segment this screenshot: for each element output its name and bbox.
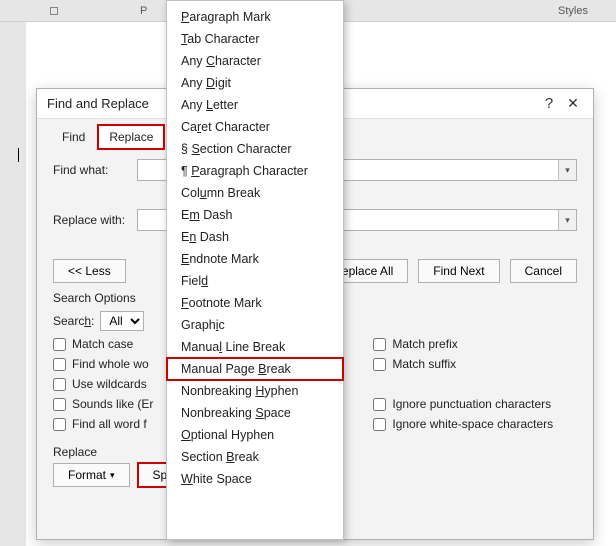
- chevron-down-icon: ▾: [110, 470, 115, 481]
- close-button[interactable]: ✕: [561, 95, 585, 112]
- text-cursor: [18, 148, 19, 162]
- special-menu[interactable]: Paragraph MarkTab CharacterAny Character…: [166, 0, 344, 540]
- ribbon-hint-p: P: [140, 5, 147, 17]
- menu-item-endnote-mark[interactable]: Endnote Mark: [167, 248, 343, 270]
- tab-find[interactable]: Find: [51, 125, 96, 149]
- options-col-left: Match case Find whole wo Use wildcards S…: [53, 337, 153, 431]
- menu-item-manual-page-break[interactable]: Manual Page Break: [167, 358, 343, 380]
- replace-with-dropdown-icon[interactable]: ▾: [558, 210, 576, 230]
- menu-item-section-break[interactable]: Section Break: [167, 446, 343, 468]
- find-next-button[interactable]: Find Next: [418, 259, 499, 283]
- check-whole-words[interactable]: Find whole wo: [53, 357, 153, 371]
- check-sounds-like[interactable]: Sounds like (Er: [53, 397, 153, 411]
- format-button[interactable]: Format▾: [53, 463, 130, 487]
- menu-item-en-dash[interactable]: En Dash: [167, 226, 343, 248]
- options-col-right: Match prefix Match suffix Ignore punctua…: [373, 337, 553, 431]
- menu-item-graphic[interactable]: Graphic: [167, 314, 343, 336]
- check-wildcards[interactable]: Use wildcards: [53, 377, 153, 391]
- check-match-case[interactable]: Match case: [53, 337, 153, 351]
- ribbon-dialog-launcher[interactable]: [50, 7, 58, 15]
- menu-item-nonbreaking-hyphen[interactable]: Nonbreaking Hyphen: [167, 380, 343, 402]
- ribbon-group-styles: Styles: [558, 5, 588, 17]
- menu-item-white-space[interactable]: White Space: [167, 468, 343, 490]
- check-ignore-punctuation[interactable]: Ignore punctuation characters: [373, 397, 553, 411]
- document-margin: [0, 22, 26, 546]
- menu-item-em-dash[interactable]: Em Dash: [167, 204, 343, 226]
- menu-item-field[interactable]: Field: [167, 270, 343, 292]
- menu-item-optional-hyphen[interactable]: Optional Hyphen: [167, 424, 343, 446]
- find-what-label: Find what:: [53, 163, 131, 177]
- check-ignore-whitespace[interactable]: Ignore white-space characters: [373, 417, 553, 431]
- menu-item-any-letter[interactable]: Any Letter: [167, 94, 343, 116]
- search-direction-select[interactable]: All: [100, 311, 144, 331]
- menu-item-footnote-mark[interactable]: Footnote Mark: [167, 292, 343, 314]
- menu-item-nonbreaking-space[interactable]: Nonbreaking Space: [167, 402, 343, 424]
- check-match-suffix[interactable]: Match suffix: [373, 357, 553, 371]
- tab-replace[interactable]: Replace: [98, 125, 164, 149]
- cancel-button[interactable]: Cancel: [510, 259, 577, 283]
- check-all-word-forms[interactable]: Find all word f: [53, 417, 153, 431]
- help-button[interactable]: ?: [537, 95, 561, 112]
- menu-item-column-break[interactable]: Column Break: [167, 182, 343, 204]
- menu-item-tab-character[interactable]: Tab Character: [167, 28, 343, 50]
- menu-item-manual-line-break[interactable]: Manual Line Break: [167, 336, 343, 358]
- menu-item--paragraph-character[interactable]: ¶ Paragraph Character: [167, 160, 343, 182]
- menu-item-any-character[interactable]: Any Character: [167, 50, 343, 72]
- menu-item-paragraph-mark[interactable]: Paragraph Mark: [167, 6, 343, 28]
- menu-item-any-digit[interactable]: Any Digit: [167, 72, 343, 94]
- less-button[interactable]: << Less: [53, 259, 126, 283]
- find-what-dropdown-icon[interactable]: ▾: [558, 160, 576, 180]
- menu-item--section-character[interactable]: § Section Character: [167, 138, 343, 160]
- search-direction-label: Search:: [53, 314, 94, 328]
- replace-with-label: Replace with:: [53, 213, 131, 227]
- menu-item-caret-character[interactable]: Caret Character: [167, 116, 343, 138]
- check-match-prefix[interactable]: Match prefix: [373, 337, 553, 351]
